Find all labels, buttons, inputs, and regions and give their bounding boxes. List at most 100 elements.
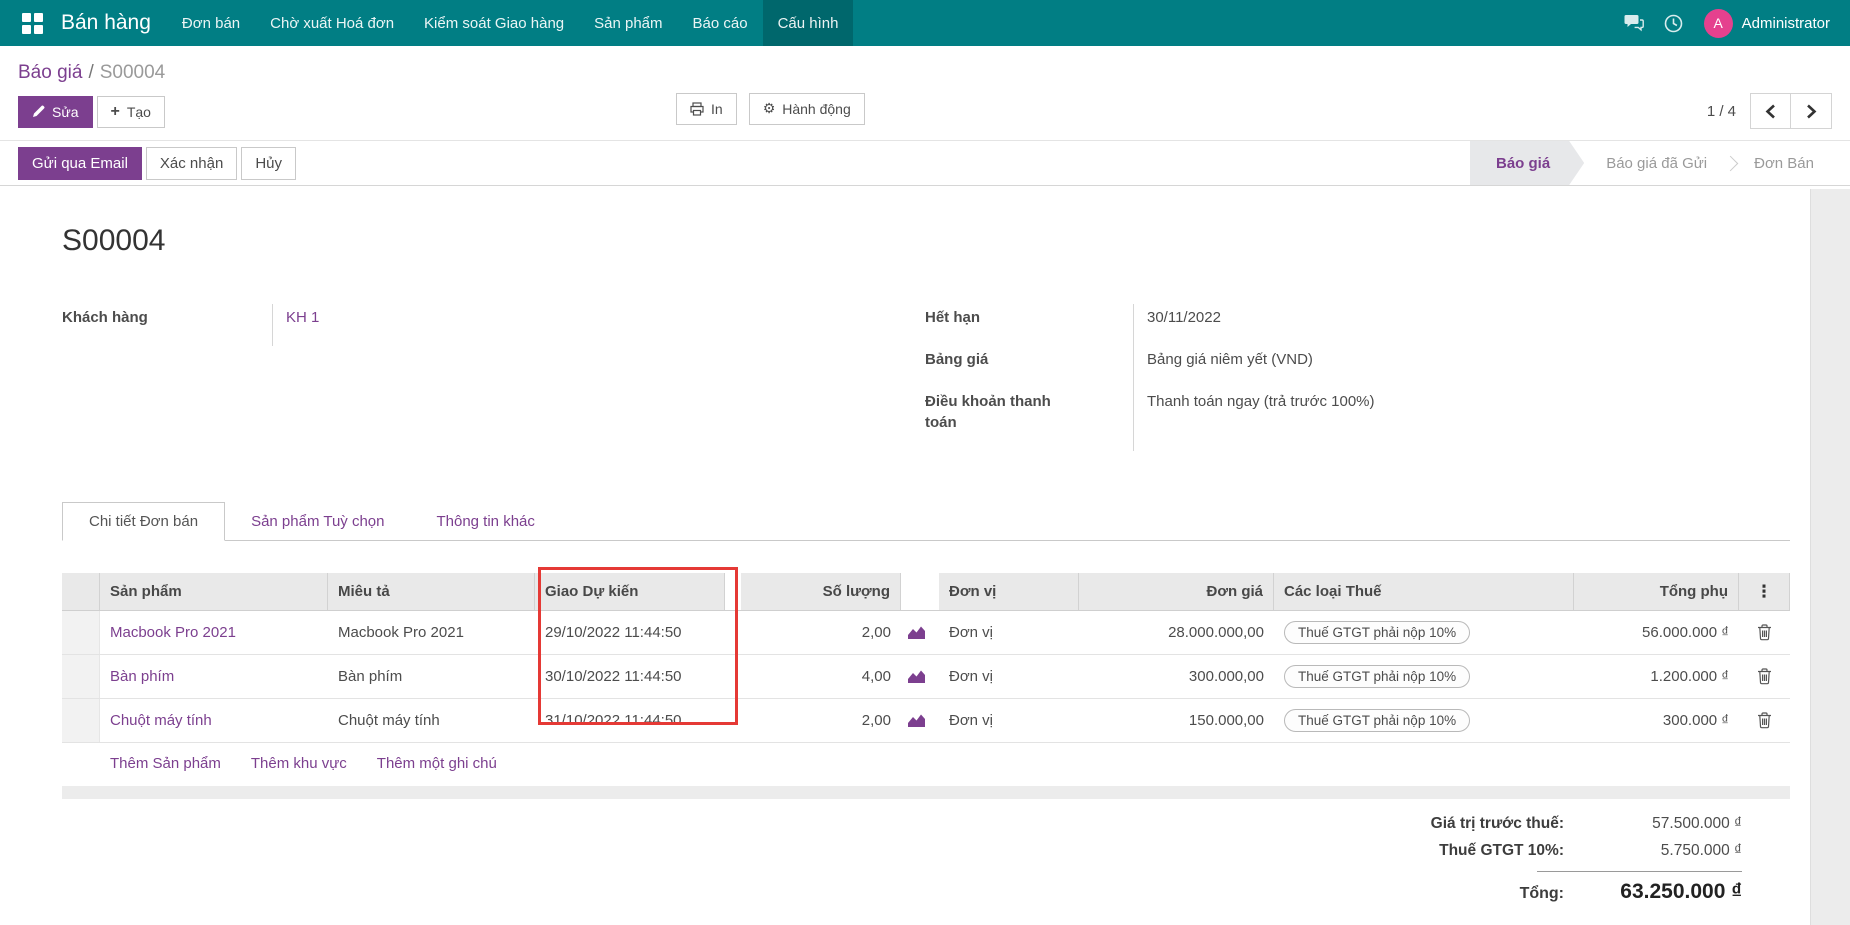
table-row: Chuột máy tính Chuột máy tính 31/10/2022… (62, 699, 1790, 743)
product-link[interactable]: Macbook Pro 2021 (100, 611, 328, 654)
fields-right-group: Hết hạn 30/11/2022 Bảng giá Bảng giá niê… (925, 304, 1790, 451)
breadcrumb-parent-link[interactable]: Báo giá (18, 62, 82, 83)
trash-icon[interactable] (1757, 624, 1772, 641)
status-step-don-ban[interactable]: Đơn Bán (1732, 141, 1836, 185)
unit-price-cell: 300.000,00 (1079, 655, 1274, 698)
nav-item-kiem-soat-giao-hang[interactable]: Kiểm soát Giao hàng (409, 0, 579, 46)
navbar-left: Bán hàng Đơn bán Chờ xuất Hoá đơn Kiểm s… (10, 0, 853, 46)
fields-left-group: Khách hàng KH 1 (62, 304, 925, 451)
totals-block: Giá trị trước thuế: 57.500.000 ₫ Thuế GT… (62, 815, 1790, 913)
forecast-chart-icon[interactable] (907, 669, 926, 684)
cancel-button[interactable]: Hủy (241, 147, 296, 180)
add-section-link[interactable]: Thêm khu vực (251, 755, 347, 772)
row-handle[interactable] (62, 655, 100, 698)
create-button[interactable]: + Tạo (97, 96, 165, 128)
tab-optional-products[interactable]: Sản phẩm Tuỳ chọn (225, 503, 410, 540)
forecast-chart-icon[interactable] (907, 713, 926, 728)
header-taxes[interactable]: Các loại Thuế (1274, 573, 1574, 610)
tax-tag: Thuế GTGT phải nộp 10% (1284, 621, 1470, 644)
forecast-cell (901, 699, 939, 742)
kebab-icon[interactable]: ⋮ (1756, 582, 1773, 602)
apps-menu-button[interactable] (10, 0, 55, 46)
nav-item-cho-xuat-hoa-don[interactable]: Chờ xuất Hoá đơn (255, 0, 409, 46)
trash-icon[interactable] (1757, 668, 1772, 685)
tab-other-info[interactable]: Thông tin khác (410, 503, 560, 540)
header-subtotal[interactable]: Tổng phụ (1574, 573, 1739, 610)
breadcrumb-current: S00004 (100, 62, 166, 83)
header-description[interactable]: Miêu tả (328, 573, 535, 610)
subtotal-cell: 1.200.000 ₫ (1574, 655, 1739, 698)
chevron-right-icon (1806, 104, 1817, 119)
top-navbar: Bán hàng Đơn bán Chờ xuất Hoá đơn Kiểm s… (0, 0, 1850, 46)
nav-item-bao-cao[interactable]: Báo cáo (678, 0, 763, 46)
trash-icon[interactable] (1757, 712, 1772, 729)
pager-counter: 1 / 4 (1707, 103, 1736, 120)
app-brand[interactable]: Bán hàng (55, 0, 167, 46)
header-spacer (725, 573, 741, 610)
untaxed-amount-value: 57.500.000 ₫ (1564, 815, 1742, 833)
unit-price-cell: 28.000.000,00 (1079, 611, 1274, 654)
add-product-link[interactable]: Thêm Sản phẩm (110, 755, 221, 772)
description-cell: Macbook Pro 2021 (328, 611, 535, 654)
untaxed-amount-row: Giá trị trước thuế: 57.500.000 ₫ (1431, 815, 1742, 833)
uom-cell: Đơn vị (939, 611, 1079, 654)
nav-item-san-pham[interactable]: Sản phẩm (579, 0, 677, 46)
pager-previous-button[interactable] (1750, 93, 1791, 129)
header-options[interactable]: ⋮ (1739, 573, 1790, 610)
header-uom[interactable]: Đơn vị (939, 573, 1079, 610)
scheduled-date-cell: 29/10/2022 11:44:50 (535, 611, 725, 654)
print-button[interactable]: In (676, 93, 737, 125)
scrollbar-gutter[interactable] (1810, 189, 1850, 925)
odoo-window: Bán hàng Đơn bán Chờ xuất Hoá đơn Kiểm s… (0, 0, 1850, 925)
header-handle-cell (62, 573, 100, 610)
taxes-cell: Thuế GTGT phải nộp 10% (1274, 699, 1574, 742)
header-unit-price[interactable]: Đơn giá (1079, 573, 1274, 610)
expiration-label: Hết hạn (925, 304, 1133, 346)
gear-icon: ⚙ (763, 102, 776, 116)
forecast-cell (901, 655, 939, 698)
spacer-cell (725, 699, 741, 742)
taxes-cell: Thuế GTGT phải nộp 10% (1274, 655, 1574, 698)
user-menu[interactable]: A Administrator (1704, 9, 1830, 38)
send-email-button[interactable]: Gửi qua Email (18, 147, 142, 180)
product-link[interactable]: Chuột máy tính (100, 699, 328, 742)
pager: 1 / 4 (1707, 93, 1832, 129)
status-step-bao-gia-da-gui[interactable]: Báo giá đã Gửi (1584, 141, 1729, 185)
row-handle[interactable] (62, 611, 100, 654)
pencil-icon (32, 105, 45, 118)
tax-amount-label: Thuế GTGT 10%: (1439, 842, 1564, 860)
messages-icon[interactable] (1624, 13, 1644, 33)
subtotal-cell: 56.000.000 ₫ (1574, 611, 1739, 654)
activities-clock-icon[interactable] (1664, 13, 1684, 33)
status-step-bao-gia[interactable]: Báo giá (1470, 141, 1584, 185)
pricelist-label: Bảng giá (925, 346, 1133, 388)
add-note-link[interactable]: Thêm một ghi chú (377, 755, 497, 772)
subtotal-cell: 300.000 ₫ (1574, 699, 1739, 742)
document-title: S00004 (62, 224, 1790, 258)
product-link[interactable]: Bàn phím (100, 655, 328, 698)
form-sheet: S00004 Khách hàng KH 1 Hết hạn 30/11/202… (0, 224, 1810, 913)
pager-next-button[interactable] (1791, 93, 1832, 129)
customer-value-link[interactable]: KH 1 (272, 304, 925, 346)
action-button[interactable]: ⚙ Hành động (749, 93, 865, 125)
confirm-button[interactable]: Xác nhận (146, 147, 237, 180)
header-quantity[interactable]: Số lượng (741, 573, 901, 610)
header-scheduled-date[interactable]: Giao Dự kiến (535, 573, 725, 610)
forecast-chart-icon[interactable] (907, 625, 926, 640)
tab-order-lines[interactable]: Chi tiết Đơn bán (62, 502, 225, 541)
form-fields: Khách hàng KH 1 Hết hạn 30/11/2022 Bảng … (62, 304, 1790, 451)
nav-item-cau-hinh[interactable]: Cấu hình (763, 0, 854, 46)
totals-divider (1537, 871, 1742, 872)
header-product[interactable]: Sản phẩm (100, 573, 328, 610)
edit-button[interactable]: Sửa (18, 96, 93, 128)
quantity-cell: 2,00 (741, 699, 901, 742)
row-handle[interactable] (62, 699, 100, 742)
spacer-cell (725, 611, 741, 654)
header-forecast-cell (901, 573, 939, 610)
payment-terms-value: Thanh toán ngay (trả trước 100%) (1133, 388, 1790, 452)
spacer-cell (725, 655, 741, 698)
apps-grid-icon (22, 13, 43, 34)
expiration-value: 30/11/2022 (1133, 304, 1790, 346)
nav-item-don-ban[interactable]: Đơn bán (167, 0, 255, 46)
notebook-tabs: Chi tiết Đơn bán Sản phẩm Tuỳ chọn Thông… (62, 501, 1790, 541)
